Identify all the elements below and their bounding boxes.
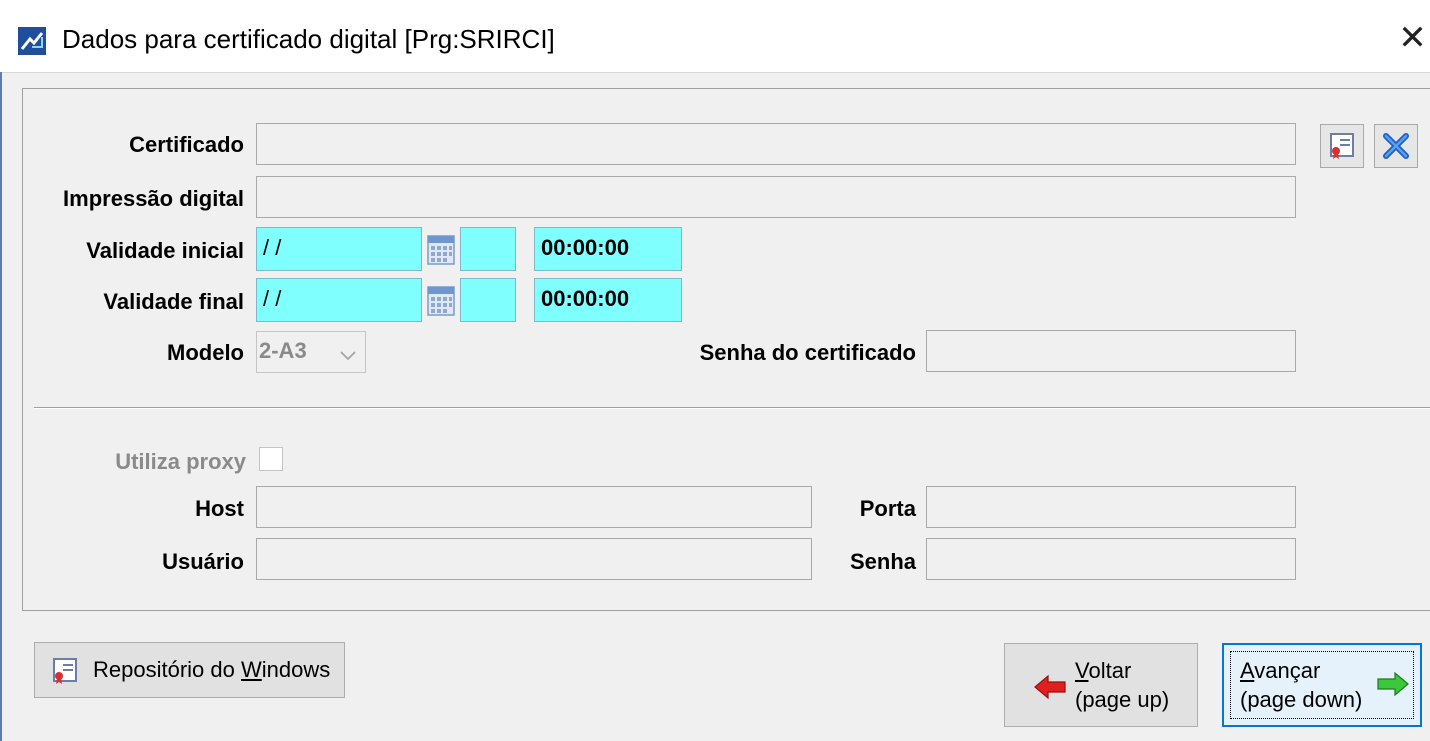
validade-final-label: Validade final [103,289,244,314]
title-bar: Dados para certificado digital [Prg:SRIR… [0,0,1430,73]
modelo-label: Modelo [167,340,244,365]
impressao-field[interactable] [256,176,1296,218]
windows-repository-button[interactable]: Repositório do Windows [34,642,345,698]
impressao-label: Impressão digital [63,186,244,211]
window-frame [0,72,2,741]
back-button-label: Voltar (page up) [1075,658,1170,712]
certificado-label: Certificado [129,132,244,157]
select-certificate-button[interactable] [1320,124,1364,168]
host-field[interactable] [256,486,812,528]
arrow-left-icon [1034,674,1066,700]
certificate-icon [53,658,77,684]
window-title: Dados para certificado digital [Prg:SRIR… [62,24,555,54]
validade-final-date-field[interactable]: / / [256,278,422,322]
utiliza-proxy-checkbox[interactable] [259,447,283,471]
validade-final-extra-field[interactable] [460,278,516,322]
validade-final-time-field[interactable]: 00:00:00 [534,278,682,322]
validade-inicial-extra-field[interactable] [460,227,516,271]
next-button[interactable]: Avançar (page down) [1222,643,1422,727]
app-logo-icon [18,27,46,55]
calendar-icon[interactable] [426,283,456,317]
calendar-icon[interactable] [426,232,456,266]
close-button[interactable]: ✕ [1395,18,1430,58]
certificado-field[interactable] [256,123,1296,165]
clear-certificate-button[interactable] [1374,124,1418,168]
validade-inicial-label: Validade inicial [86,238,244,263]
next-button-label: Avançar (page down) [1240,658,1363,712]
senha-certificado-field[interactable] [926,330,1296,372]
section-divider [34,407,1430,409]
senha-certificado-label: Senha do certificado [699,340,916,365]
windows-repository-label: Repositório do Windows [93,657,331,682]
validade-inicial-time-field[interactable]: 00:00:00 [534,227,682,271]
porta-field[interactable] [926,486,1296,528]
senha-field[interactable] [926,538,1296,580]
modelo-select[interactable]: 2-A3 [256,331,366,373]
remove-x-icon [1383,133,1409,159]
host-label: Host [195,496,244,521]
utiliza-proxy-label: Utiliza proxy [115,449,246,474]
usuario-field[interactable] [256,538,812,580]
usuario-label: Usuário [162,549,244,574]
validade-inicial-date-field[interactable]: / / [256,227,422,271]
senha-label: Senha [849,549,916,574]
modelo-value: 2-A3 [259,338,307,363]
back-button[interactable]: Voltar (page up) [1004,643,1198,727]
porta-label: Porta [859,496,916,521]
arrow-right-icon [1377,671,1409,697]
chevron-down-icon [340,351,356,361]
certificate-icon [1330,133,1354,159]
